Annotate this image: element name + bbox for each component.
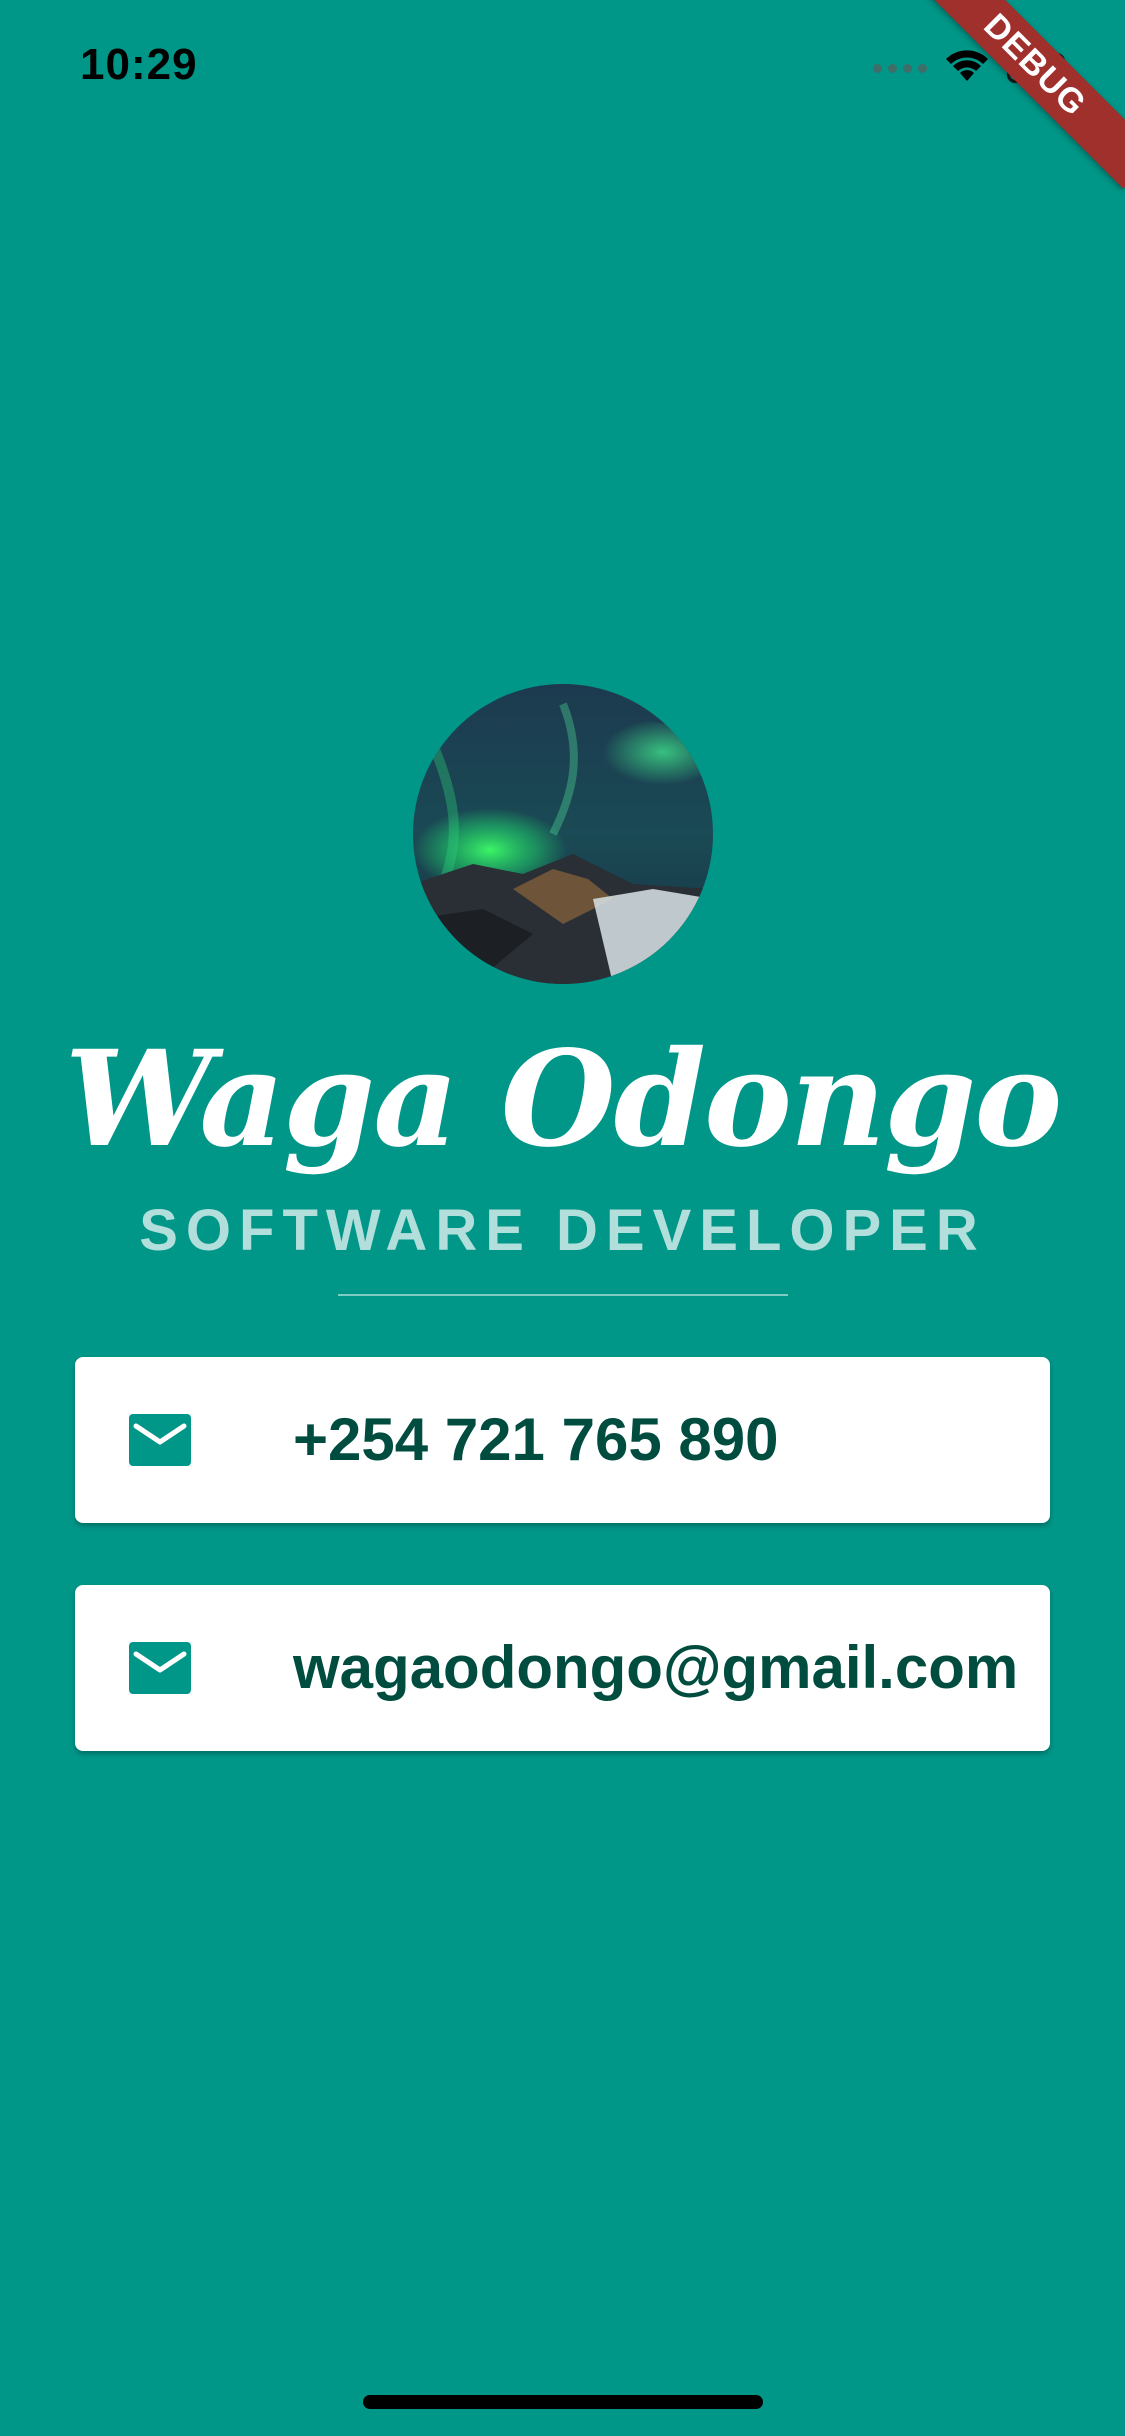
cellular-signal-icon — [873, 63, 927, 73]
home-indicator[interactable] — [363, 2395, 763, 2409]
app-screen: 10:29 DEBUG Waga Odongo SOFTWARE DEVELOP… — [0, 0, 1125, 2436]
contact-phone-text: +254 721 765 890 — [293, 1406, 779, 1473]
debug-banner: DEBUG — [911, 0, 1125, 189]
profile-name: Waga Odongo — [64, 1022, 1063, 1177]
wifi-icon — [945, 49, 989, 88]
profile-avatar — [413, 684, 713, 984]
contact-card-phone[interactable]: +254 721 765 890 — [75, 1357, 1050, 1523]
aurora-avatar-image — [413, 684, 713, 984]
contact-email-text: wagaodongo@gmail.com — [293, 1634, 1019, 1701]
mail-icon — [129, 1414, 191, 1466]
contact-card-email[interactable]: wagaodongo@gmail.com — [75, 1585, 1050, 1751]
divider — [338, 1294, 788, 1296]
status-time: 10:29 — [80, 40, 198, 89]
mail-icon — [129, 1642, 191, 1694]
profile-title: SOFTWARE DEVELOPER — [139, 1198, 986, 1263]
